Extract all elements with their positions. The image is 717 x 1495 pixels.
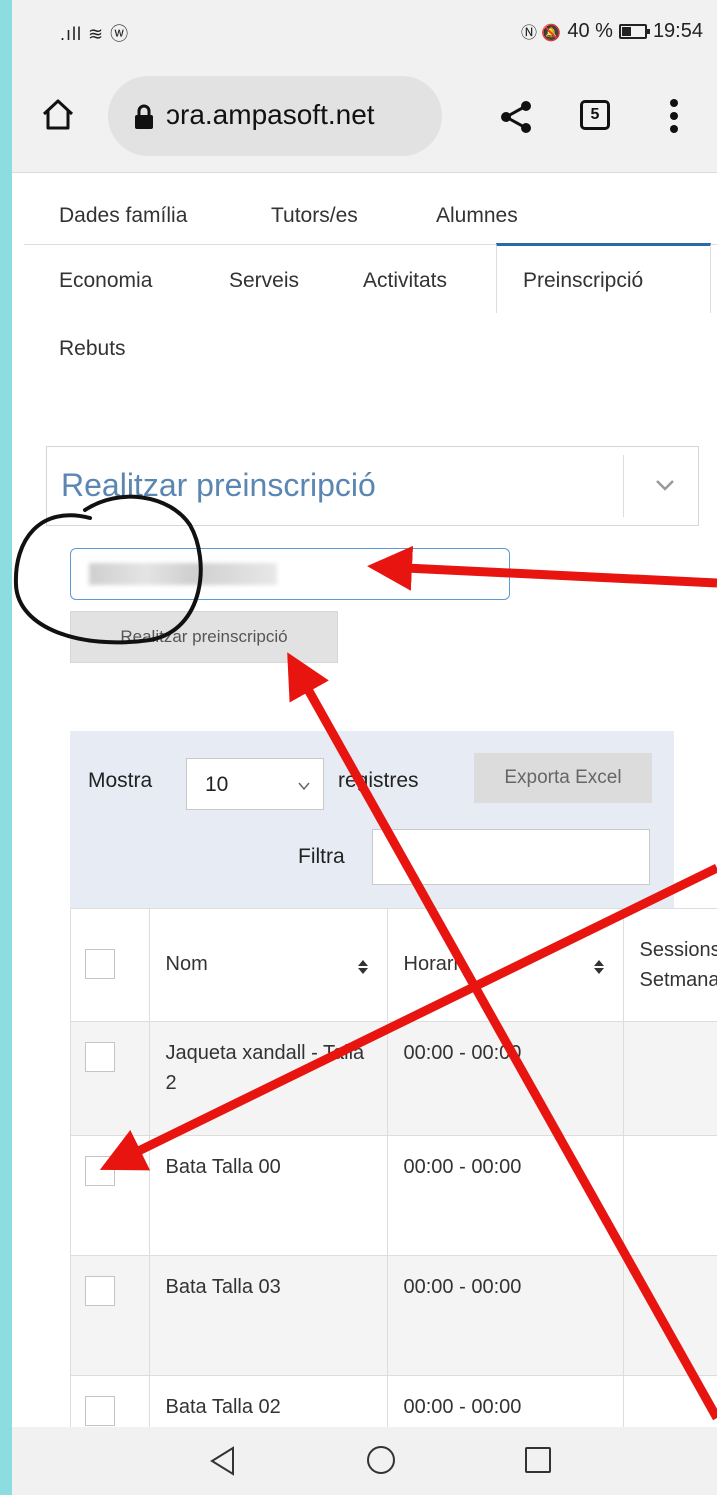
records-label: registres xyxy=(338,769,419,792)
battery-icon xyxy=(618,23,650,39)
row-select-cell xyxy=(71,1375,150,1428)
row-checkbox[interactable] xyxy=(85,1041,115,1072)
address-bar[interactable]: ɔra.ampasoft.net xyxy=(108,76,442,156)
tab-dades-familia[interactable]: Dades família xyxy=(59,204,187,228)
recents-icon[interactable] xyxy=(524,1446,552,1474)
phone-screen: .ıll ≋ ⓦ Ⓝ 🔕 40 % 19:54 ɔra.ampasoft.net… xyxy=(12,0,717,1495)
page-length-value: 10 xyxy=(205,773,229,796)
table-row: Bata Talla 00 00:00 - 00:00 xyxy=(71,1135,717,1256)
row-checkbox[interactable] xyxy=(85,1395,115,1426)
tab-preinscripcio[interactable]: Preinscripció xyxy=(523,269,643,293)
page-length-select[interactable]: 10 xyxy=(186,758,324,810)
select-all-checkbox[interactable] xyxy=(85,948,115,979)
row-select-cell xyxy=(71,1021,150,1136)
col-sessions-label: Sessions xyxy=(639,938,717,961)
filter-input[interactable] xyxy=(372,829,650,885)
row-horari: 00:00 - 00:00 xyxy=(387,1375,624,1428)
filter-label: Filtra xyxy=(298,845,345,868)
realitzar-preinscripcio-button[interactable]: Realitzar preinscripció xyxy=(70,611,338,663)
chevron-down-icon[interactable] xyxy=(653,473,677,497)
col-setmanals-label: Setmanals xyxy=(639,968,717,991)
col-horari-label: Horari xyxy=(403,953,458,976)
row-nom: Bata Talla 02 xyxy=(149,1375,388,1428)
row-sessions xyxy=(623,1021,717,1136)
sort-icon xyxy=(593,960,604,974)
browser-toolbar: ɔra.ampasoft.net 5 xyxy=(12,60,717,173)
tab-rebuts[interactable]: Rebuts xyxy=(59,337,126,361)
table-controls: Mostra 10 registres Exporta Excel Filtra xyxy=(70,731,674,909)
status-right: Ⓝ 🔕 40 % 19:54 xyxy=(521,19,703,43)
row-sessions xyxy=(623,1375,717,1428)
row-checkbox[interactable] xyxy=(85,1155,115,1186)
tabs-icon[interactable]: 5 xyxy=(580,100,610,130)
row-nom: Bata Talla 03 xyxy=(149,1255,388,1376)
row-sessions xyxy=(623,1255,717,1376)
url-text: ɔra.ampasoft.net xyxy=(166,99,375,130)
row-select-cell xyxy=(71,1135,150,1256)
home-icon[interactable] xyxy=(40,96,76,132)
table-row: Jaqueta xandall - Talla 2 00:00 - 00:00 xyxy=(71,1021,717,1136)
chevron-down-icon xyxy=(298,782,310,791)
sort-icon xyxy=(357,960,368,974)
home-circle-icon[interactable] xyxy=(366,1445,396,1475)
lock-icon xyxy=(135,104,153,129)
col-sessions-header[interactable]: Sessions Setmanals xyxy=(623,909,717,1022)
table-header-row: Nom Horari Sessions Setmanals xyxy=(71,909,717,1022)
panel-title: Realitzar preinscripció xyxy=(61,467,376,503)
menu-icon[interactable] xyxy=(664,98,684,134)
panel-divider xyxy=(623,455,624,517)
row-nom: Jaqueta xandall - Talla 2 xyxy=(149,1021,388,1136)
tab-tutors[interactable]: Tutors/es xyxy=(271,204,358,228)
col-nom-label: Nom xyxy=(165,953,208,976)
share-icon[interactable] xyxy=(499,100,533,134)
row-select-cell xyxy=(71,1255,150,1376)
battery-percent: 40 % xyxy=(567,19,613,42)
tab-alumnes[interactable]: Alumnes xyxy=(436,204,518,228)
row-checkbox[interactable] xyxy=(85,1275,115,1306)
student-select[interactable] xyxy=(70,548,510,600)
preinscription-panel-header[interactable]: Realitzar preinscripció xyxy=(46,446,699,526)
row-horari: 00:00 - 00:00 xyxy=(387,1255,624,1376)
row-horari: 00:00 - 00:00 xyxy=(387,1021,624,1136)
tab-serveis[interactable]: Serveis xyxy=(229,269,299,293)
export-excel-button[interactable]: Exporta Excel xyxy=(474,753,652,803)
tab-economia[interactable]: Economia xyxy=(59,269,152,293)
signal-wifi-icons: .ıll ≋ ⓦ xyxy=(60,24,130,44)
select-all-cell xyxy=(71,909,150,1022)
android-nav-bar xyxy=(12,1427,717,1495)
row-nom: Bata Talla 00 xyxy=(149,1135,388,1256)
row-sessions xyxy=(623,1135,717,1256)
student-name-redacted xyxy=(89,563,277,585)
activities-table: Nom Horari Sessions Setmanals Jaqueta xan… xyxy=(70,908,717,1428)
row-horari: 00:00 - 00:00 xyxy=(387,1135,624,1256)
nfc-mute-icons: Ⓝ 🔕 xyxy=(520,25,562,42)
col-horari-header[interactable]: Horari xyxy=(387,909,624,1022)
status-bar: .ıll ≋ ⓦ Ⓝ 🔕 40 % 19:54 xyxy=(12,0,717,60)
clock: 19:54 xyxy=(652,19,703,42)
back-icon[interactable] xyxy=(208,1445,236,1477)
chevron-down-icon xyxy=(478,568,490,577)
show-label: Mostra xyxy=(88,769,153,792)
col-nom-header[interactable]: Nom xyxy=(149,909,388,1022)
table-row: Bata Talla 02 00:00 - 00:00 xyxy=(71,1375,717,1428)
table-row: Bata Talla 03 00:00 - 00:00 xyxy=(71,1255,717,1376)
tab-activitats[interactable]: Activitats xyxy=(363,269,447,293)
